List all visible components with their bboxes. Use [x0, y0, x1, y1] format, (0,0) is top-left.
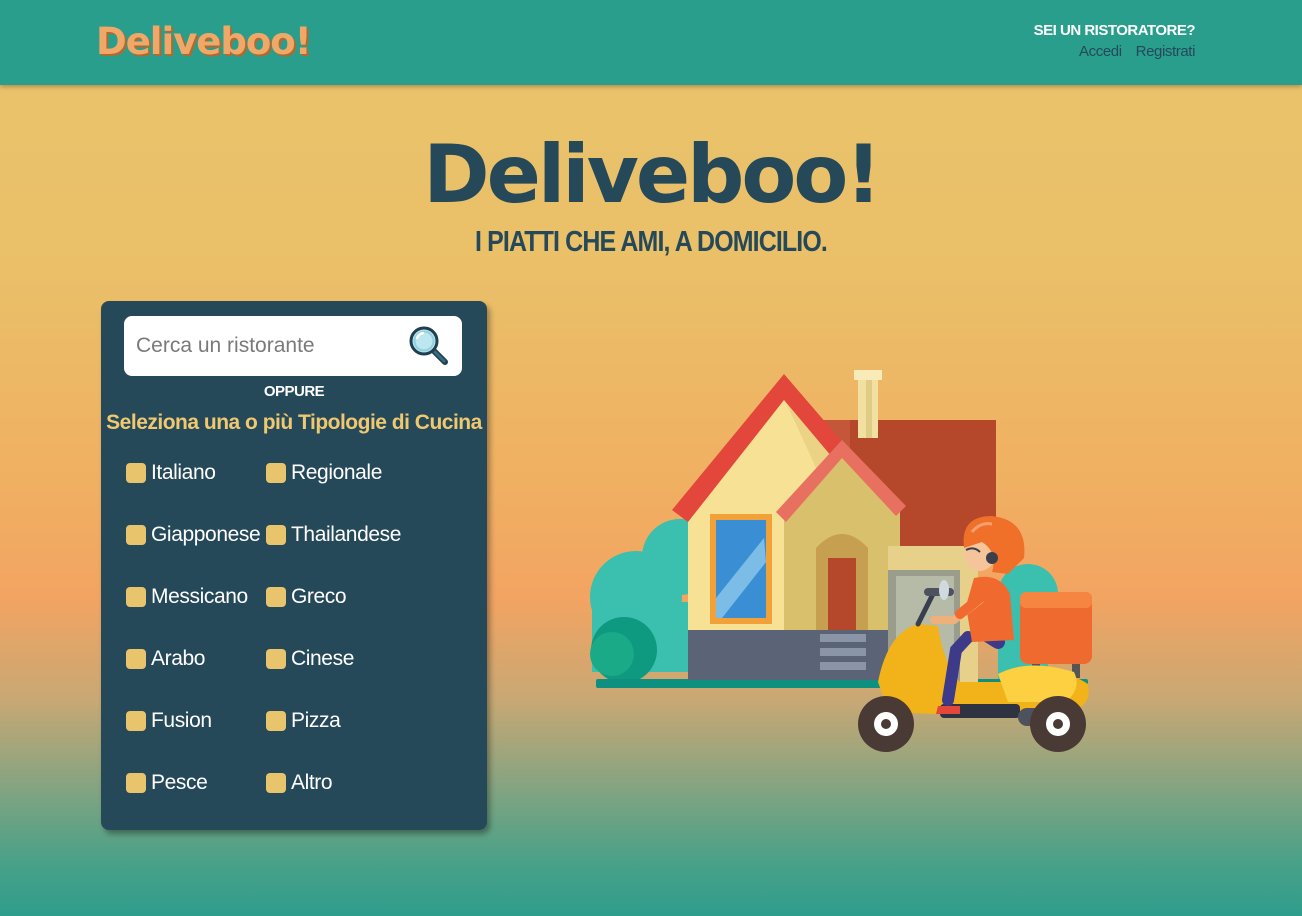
cuisine-checkbox-greco[interactable]: Greco [266, 583, 347, 611]
cuisine-label: Italiano [151, 461, 216, 484]
search-input[interactable] [136, 330, 396, 362]
bush-shape [590, 632, 634, 676]
cuisine-checkbox-thailandese[interactable]: Thailandese [266, 521, 401, 549]
restaurateur-question: SEI UN RISTORATORE? [1033, 22, 1196, 39]
register-link[interactable]: Registrati [1136, 43, 1196, 60]
rear-wheel [1030, 696, 1086, 752]
cuisine-checkbox-pizza[interactable]: Pizza [266, 707, 341, 735]
hero-subtitle: I PIATTI CHE AMI, A DOMICILIO. [475, 226, 828, 258]
login-link[interactable]: Accedi [1079, 43, 1122, 60]
cuisine-checkbox-pesce[interactable]: Pesce [126, 769, 208, 797]
cuisine-label: Regionale [291, 461, 382, 484]
cuisine-filter-title: Seleziona una o più Tipologie di Cucina [106, 411, 482, 434]
search-icon[interactable] [407, 324, 451, 368]
search-box [124, 316, 462, 376]
checkbox-icon[interactable] [126, 773, 146, 793]
checkbox-icon[interactable] [126, 463, 146, 483]
front-wheel [858, 696, 914, 752]
checkbox-icon[interactable] [126, 711, 146, 731]
cuisine-checkbox-messicano[interactable]: Messicano [126, 583, 248, 611]
cuisine-label: Messicano [151, 585, 248, 608]
cuisine-label: Giapponese [151, 523, 261, 546]
auth-links: Accedi Registrati [1034, 43, 1195, 60]
checkbox-icon[interactable] [266, 711, 286, 731]
cuisine-checkbox-giapponese[interactable]: Giapponese [126, 521, 261, 549]
cuisine-checkbox-italiano[interactable]: Italiano [126, 459, 216, 487]
navbar: Deliveboo! SEI UN RISTORATORE? Accedi Reg… [0, 0, 1302, 85]
or-separator: OPPURE [263, 383, 325, 400]
cuisine-label: Thailandese [291, 523, 402, 546]
cuisine-label: Altro [291, 771, 333, 794]
checkbox-icon[interactable] [126, 587, 146, 607]
hero-title: Deliveboo! [423, 128, 882, 221]
cuisine-checkbox-fusion[interactable]: Fusion [126, 707, 212, 735]
cuisine-checkbox-regionale[interactable]: Regionale [266, 459, 382, 487]
search-panel: OPPURE Seleziona una o più Tipologie di … [101, 301, 487, 830]
house-foundation [688, 630, 898, 680]
checkbox-icon[interactable] [126, 525, 146, 545]
cuisine-label: Pesce [151, 771, 208, 794]
checkbox-icon[interactable] [126, 649, 146, 669]
cuisine-checkbox-cinese[interactable]: Cinese [266, 645, 354, 673]
cuisine-checkbox-arabo[interactable]: Arabo [126, 645, 205, 673]
cuisine-label: Cinese [291, 647, 354, 670]
navbar-restaurateur-area: SEI UN RISTORATORE? Accedi Registrati [1033, 22, 1196, 60]
cuisine-label: Greco [291, 585, 347, 608]
cuisine-checkbox-altro[interactable]: Altro [266, 769, 333, 797]
checkbox-icon[interactable] [266, 649, 286, 669]
checkbox-icon[interactable] [266, 463, 286, 483]
checkbox-icon[interactable] [266, 773, 286, 793]
checkbox-icon[interactable] [266, 525, 286, 545]
cuisine-label: Arabo [151, 647, 206, 670]
cuisine-label: Fusion [151, 709, 212, 732]
cuisine-label: Pizza [291, 709, 341, 732]
navbar-logo[interactable]: Deliveboo! [96, 20, 312, 63]
checkbox-icon[interactable] [266, 587, 286, 607]
delivery-illustration [588, 362, 1108, 762]
